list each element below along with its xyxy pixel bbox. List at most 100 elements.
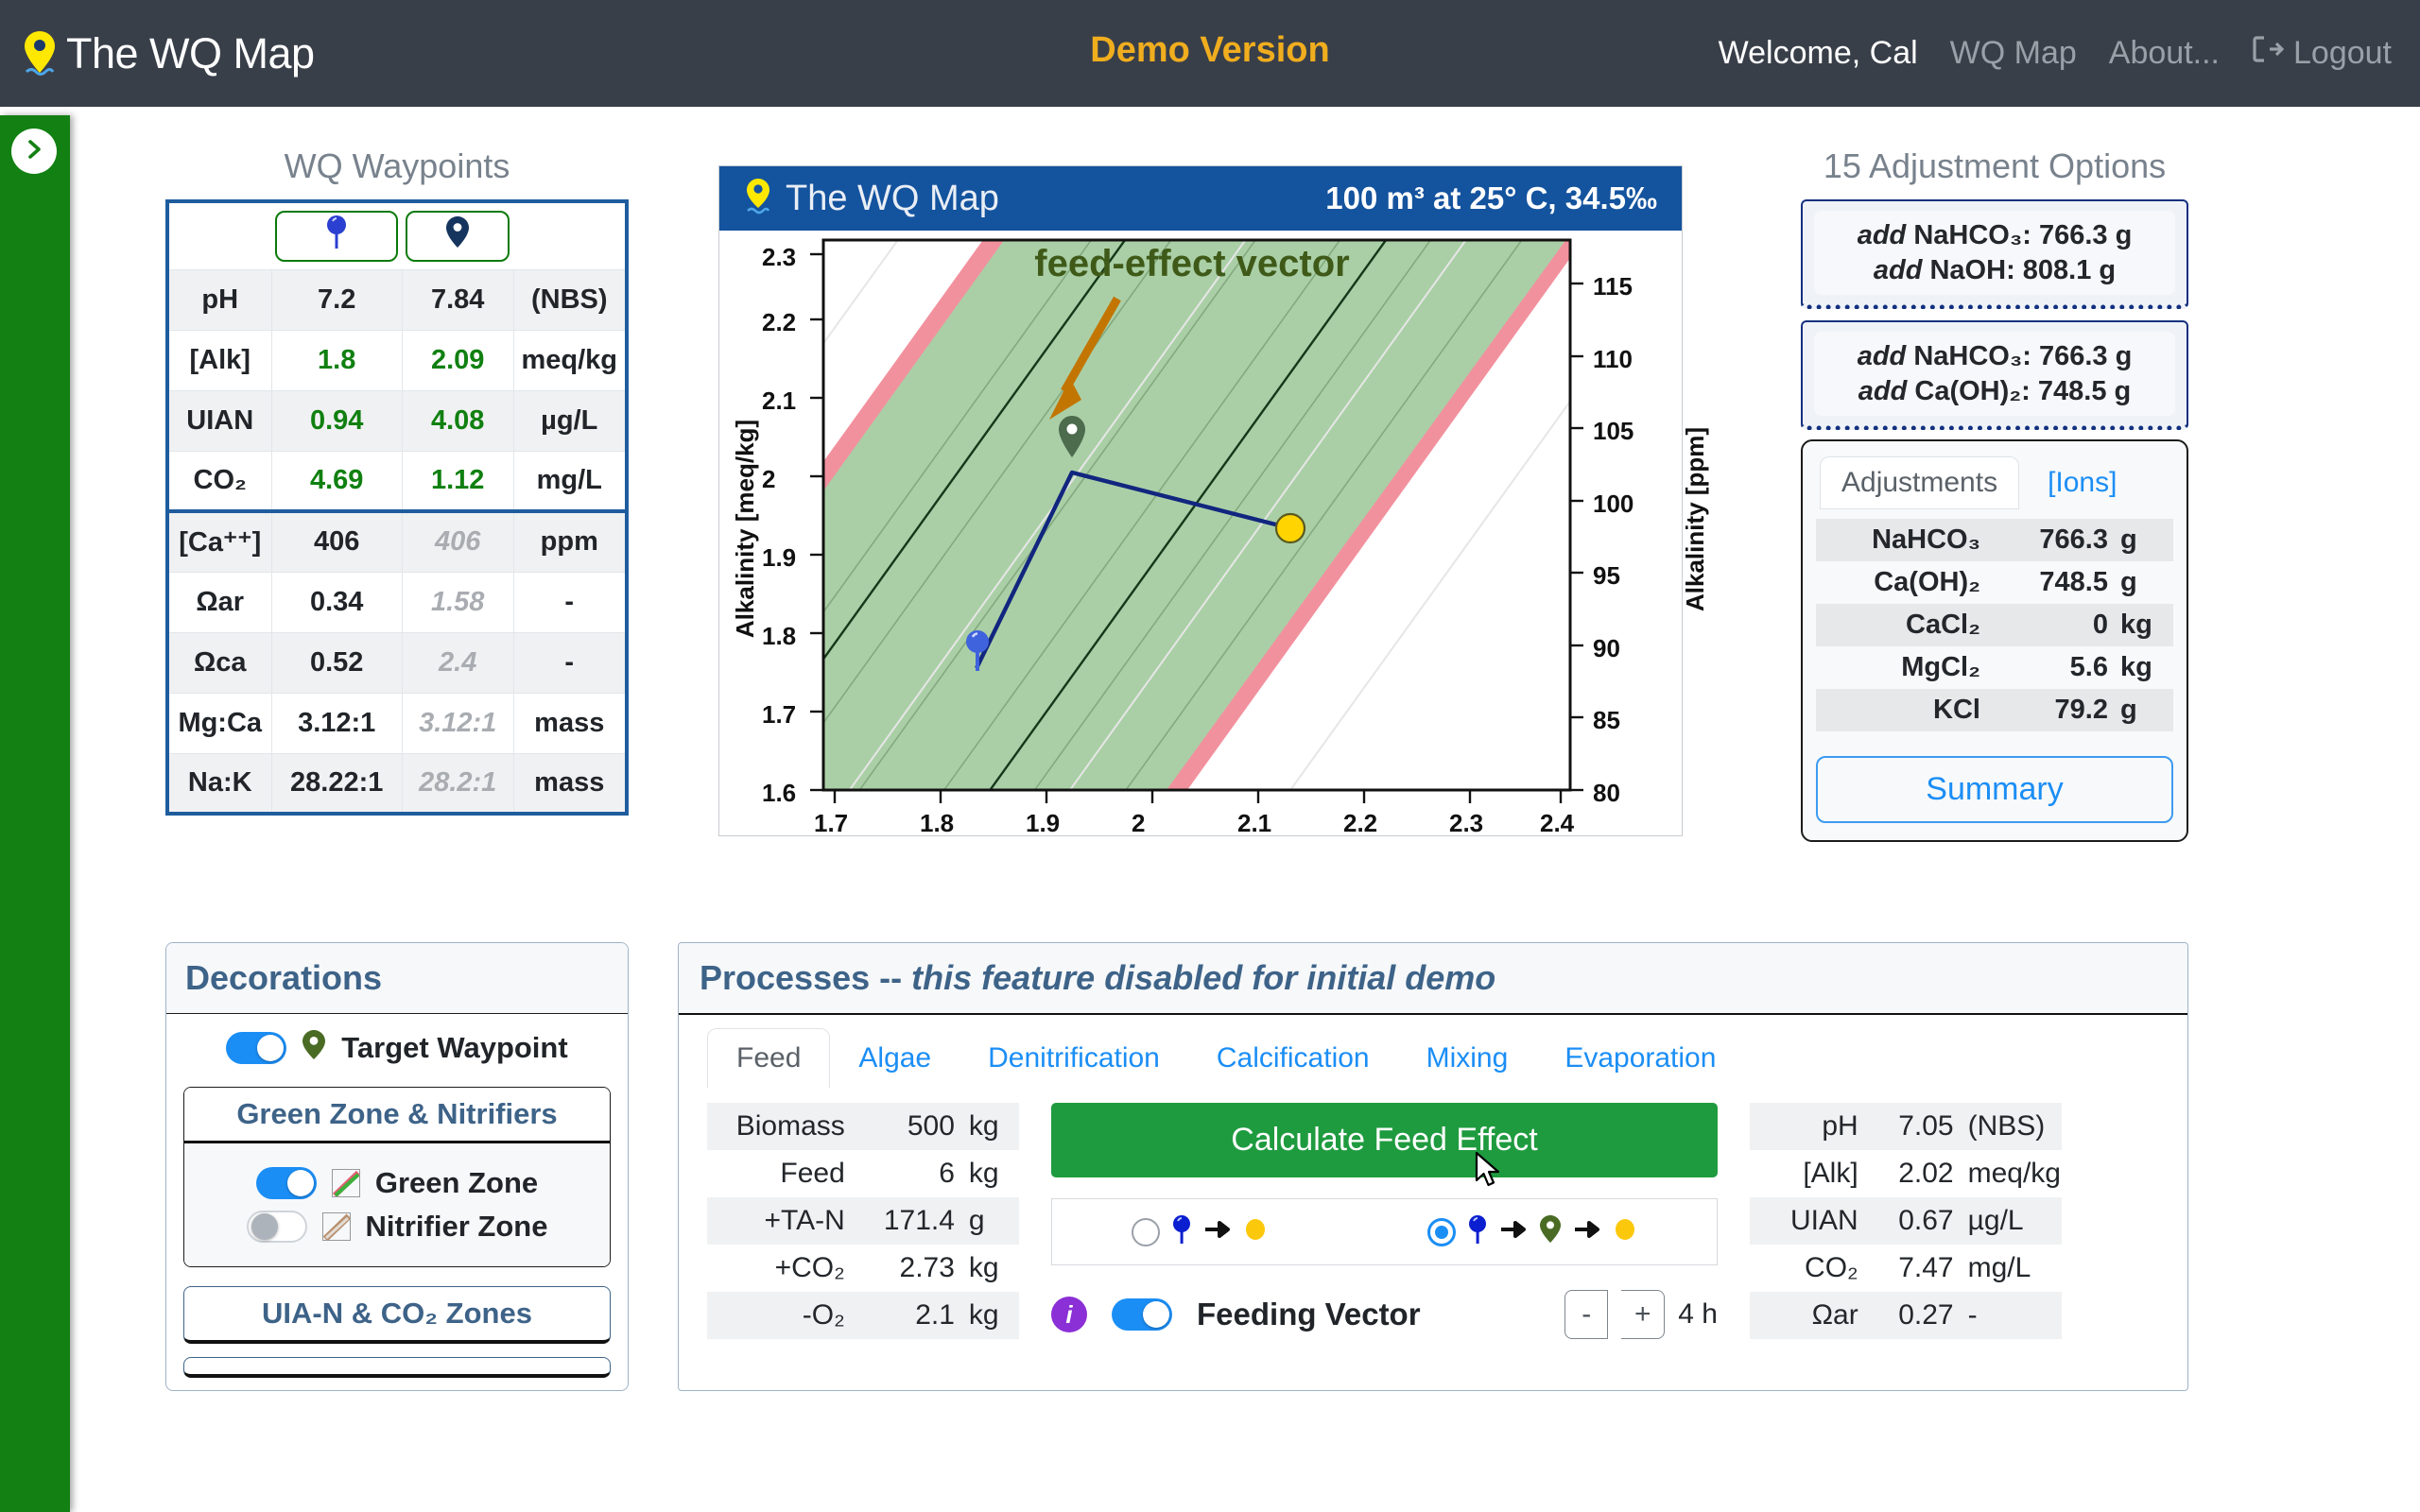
target-waypoint-button[interactable] (406, 211, 510, 262)
chem-value: 5.6 (2005, 646, 2109, 689)
logout-button[interactable]: Logout (2252, 35, 2392, 72)
adjustment-option-1[interactable]: add NaHCO₃: 766.3 g add NaOH: 808.1 g (1801, 199, 2188, 309)
input-unit: kg (956, 1103, 1019, 1150)
input-value[interactable]: 6 (864, 1150, 956, 1197)
green-zone-label: Green Zone (375, 1166, 538, 1200)
calculate-feed-effect-button[interactable]: Calculate Feed Effect (1051, 1103, 1718, 1177)
table-row: pH 7.2 7.84 (NBS) (167, 269, 627, 330)
tab-feed[interactable]: Feed (707, 1028, 830, 1088)
result-name: Ωar (1750, 1292, 1877, 1339)
table-row: Biomass 500 kg (707, 1103, 1019, 1150)
table-row: Feed 6 kg (707, 1150, 1019, 1197)
nav-right: Welcome, Cal WQ Map About... Logout (1719, 0, 2392, 107)
logout-icon (2252, 35, 2284, 72)
chem: NaHCO₃ (1913, 220, 2022, 250)
next-zone-button-partial[interactable] (183, 1357, 611, 1378)
adjustment-option-2[interactable]: add NaHCO₃: 766.3 g add Ca(OH)₂: 748.5 g (1801, 320, 2188, 430)
nav-link-about[interactable]: About... (2109, 35, 2220, 72)
sidebar-expand-button[interactable] (11, 129, 57, 174)
row-unit: - (513, 632, 627, 693)
info-icon[interactable]: i (1051, 1297, 1087, 1332)
tab-evaporation[interactable]: Evaporation (1536, 1029, 1744, 1088)
verb: add (1858, 341, 1907, 371)
table-row: MgCl₂ 5.6 kg (1816, 646, 2173, 689)
chem-name: MgCl₂ (1816, 646, 2005, 689)
target-waypoint-toggle[interactable] (226, 1032, 286, 1064)
processes-panel: Processes -- this feature disabled for i… (678, 942, 2188, 1391)
tab-calcification[interactable]: Calcification (1188, 1029, 1398, 1088)
green-zone-nitrifiers-body: Green Zone Nitrifier Zone (184, 1143, 610, 1266)
radio-unselected[interactable] (1132, 1218, 1160, 1246)
header-current-waypoint[interactable] (271, 201, 402, 269)
tab-ions[interactable]: [Ions] (2027, 457, 2137, 508)
table-row: [Alk] 1.8 2.09 meq/kg (167, 330, 627, 390)
row-unit: - (513, 572, 627, 632)
row-unit: mass (513, 693, 627, 753)
tab-denitrification[interactable]: Denitrification (959, 1029, 1188, 1088)
y-tick-left: 1.8 (762, 622, 796, 651)
input-name: +TA-N (707, 1197, 864, 1245)
current-waypoint-button[interactable] (275, 211, 398, 262)
y-tick-right: 115 (1593, 272, 1633, 301)
nav-link-wq-map[interactable]: WQ Map (1950, 35, 2077, 72)
adjustment-option-1-text: add NaHCO₃: 766.3 g add NaOH: 808.1 g (1814, 211, 2175, 295)
radio-selected[interactable] (1427, 1218, 1456, 1246)
row-value-b: 28.2:1 (402, 753, 513, 814)
table-row: [Alk] 2.02 meq/kg (1750, 1150, 2062, 1197)
summary-button[interactable]: Summary (1816, 756, 2173, 823)
feeding-vector-label: Feeding Vector (1197, 1297, 1421, 1332)
chem-value: 0 (2005, 604, 2109, 646)
feeding-vector-toggle[interactable] (1112, 1298, 1172, 1331)
tab-mixing[interactable]: Mixing (1398, 1029, 1537, 1088)
green-zone-nitrifiers-title[interactable]: Green Zone & Nitrifiers (184, 1088, 610, 1143)
amount: 808.1 g (2023, 255, 2116, 285)
table-row: CaCl₂ 0 kg (1816, 604, 2173, 646)
arrow-right-icon (1573, 1219, 1601, 1245)
x-tick: 2.3 (1449, 809, 1483, 838)
chem-unit: kg (2109, 604, 2173, 646)
table-row: CO₂ 4.69 1.12 mg/L (167, 451, 627, 511)
feed-result-dot (1276, 514, 1305, 542)
mouse-cursor (1475, 1151, 1503, 1195)
result-name: [Alk] (1750, 1150, 1877, 1197)
table-row: +CO₂ 2.73 kg (707, 1245, 1019, 1292)
y-tick-right: 110 (1593, 345, 1633, 374)
uian-co2-zones-button[interactable]: UIA-N & CO₂ Zones (183, 1286, 611, 1344)
row-value-a: 0.34 (271, 572, 402, 632)
x-tick: 2 (1132, 809, 1145, 838)
row-label: [Alk] (167, 330, 271, 390)
stepper-value: 4 h (1678, 1298, 1718, 1331)
chart-plot-area[interactable]: Alkalinity [meq/kg] Alkalinity [ppm] Dis… (719, 231, 1682, 835)
row-value-b: 2.4 (402, 632, 513, 693)
result-value: 7.05 (1877, 1103, 1955, 1150)
chart-title: The WQ Map (786, 179, 999, 219)
chem: Ca(OH)₂ (1914, 376, 2021, 406)
green-diagonal-swatch (332, 1169, 360, 1197)
row-label: Mg:Ca (167, 693, 271, 753)
chart-header: The WQ Map 100 m³ at 25° C, 34.5‰ (719, 166, 1682, 231)
chevron-right-icon (23, 138, 45, 165)
header-target-waypoint[interactable] (402, 201, 513, 269)
two-step-option[interactable] (1132, 1214, 1268, 1249)
y-tick-right: 100 (1593, 490, 1634, 519)
row-value-a: 0.52 (271, 632, 402, 693)
row-unit: (NBS) (513, 269, 627, 330)
tab-algae[interactable]: Algae (830, 1029, 959, 1088)
row-label: pH (167, 269, 271, 330)
green-zone-toggle[interactable] (256, 1167, 317, 1199)
three-step-option[interactable] (1427, 1214, 1637, 1249)
tab-adjustments[interactable]: Adjustments (1820, 456, 2019, 509)
adjustments-table: NaHCO₃ 766.3 g Ca(OH)₂ 748.5 g CaCl₂ 0 k… (1816, 519, 2173, 731)
table-row: Na:K 28.22:1 28.2:1 mass (167, 753, 627, 814)
row-value-a: 1.8 (271, 330, 402, 390)
target-waypoint-row: Target Waypoint (183, 1029, 611, 1066)
nitrifier-zone-label: Nitrifier Zone (366, 1210, 548, 1244)
stepper-minus-button[interactable]: - (1564, 1290, 1608, 1339)
nitrifier-zone-toggle[interactable] (247, 1211, 307, 1243)
x-tick: 2.1 (1237, 809, 1271, 838)
input-value[interactable]: 500 (864, 1103, 956, 1150)
chem: NaOH (1929, 255, 2006, 285)
row-value-b: 2.09 (402, 330, 513, 390)
stepper-plus-button[interactable]: + (1621, 1290, 1665, 1339)
table-row: Ca(OH)₂ 748.5 g (1816, 561, 2173, 604)
